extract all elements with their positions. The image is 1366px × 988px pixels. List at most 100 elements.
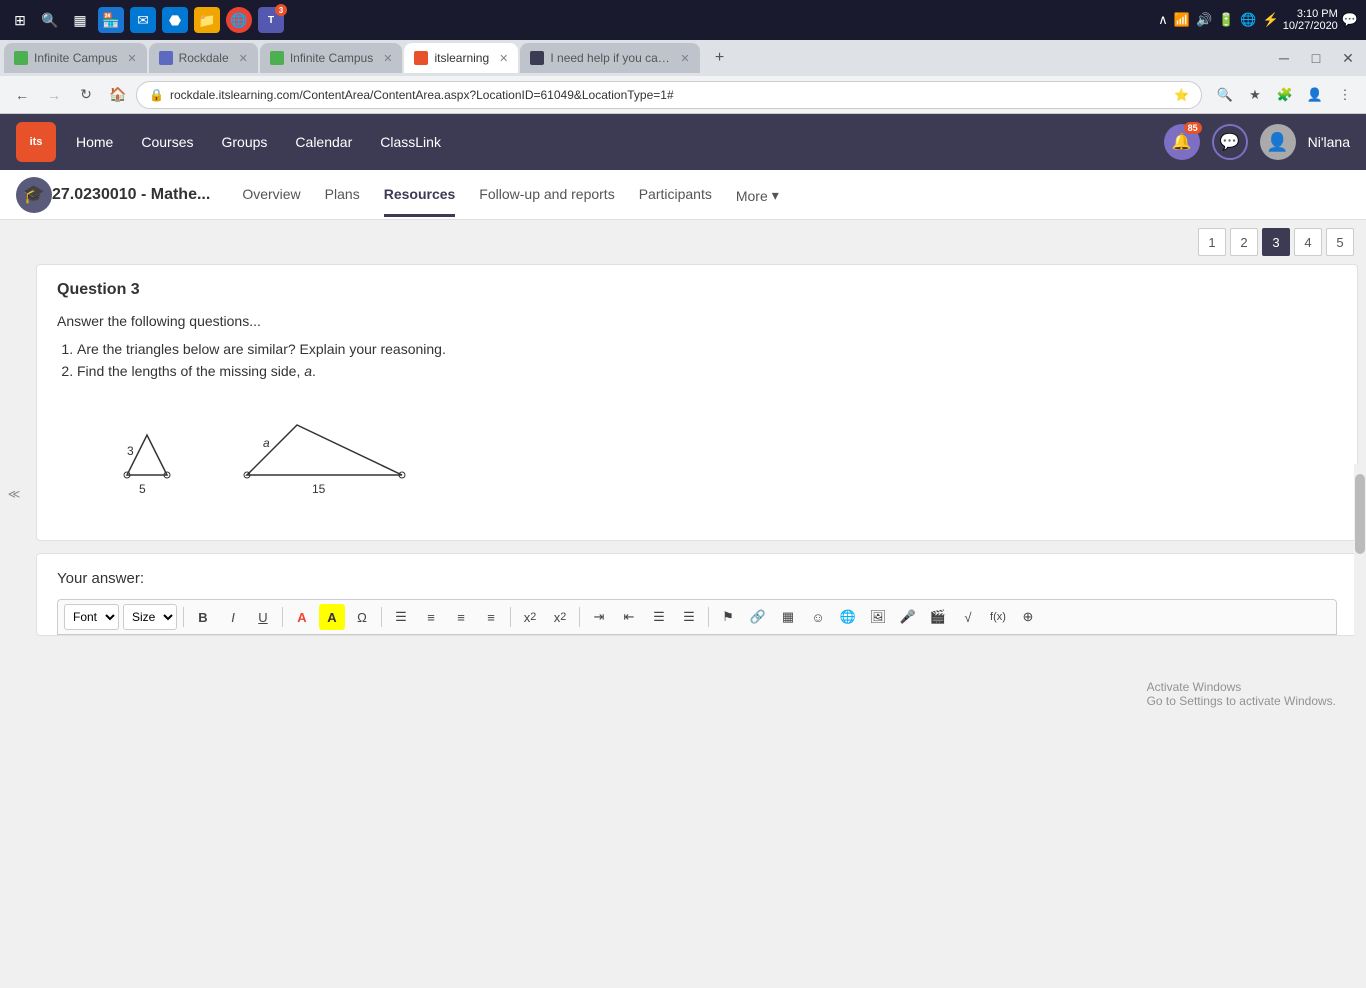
tab-bar: Infinite Campus ✕ Rockdale ✕ Infinite Ca… (0, 40, 1366, 76)
audio-btn[interactable]: 🎤 (895, 604, 921, 630)
extensions-btn[interactable]: 🧩 (1272, 82, 1298, 108)
minimize-btn[interactable]: ─ (1270, 44, 1298, 72)
content-area: 1 2 3 4 5 Question 3 Answer the followin… (28, 220, 1366, 768)
page-4-btn[interactable]: 4 (1294, 228, 1322, 256)
bookmark-btn[interactable]: ★ (1242, 82, 1268, 108)
files-icon[interactable]: 📁 (194, 7, 220, 33)
triangle-diagram: 3 5 a 15 (77, 395, 1337, 508)
ordered-list-btn[interactable]: ☰ (646, 604, 672, 630)
more-tools-btn[interactable]: ⊕ (1015, 604, 1041, 630)
tab-favicon (270, 51, 284, 65)
edge-icon[interactable]: ⬣ (162, 7, 188, 33)
page-1-btn[interactable]: 1 (1198, 228, 1226, 256)
align-justify-btn[interactable]: ≡ (478, 604, 504, 630)
address-bar[interactable]: 🔒 rockdale.itslearning.com/ContentArea/C… (136, 81, 1202, 109)
tab-resources[interactable]: Resources (384, 172, 456, 217)
question-title: Question 3 (57, 281, 1337, 299)
tab-rockdale[interactable]: Rockdale ✕ (149, 43, 258, 73)
tab-plans[interactable]: Plans (325, 172, 360, 217)
tab-label: Infinite Campus (34, 51, 117, 65)
home-btn[interactable]: 🏠 (104, 81, 132, 109)
back-btn[interactable]: ← (8, 81, 36, 109)
tab-close[interactable]: ✕ (239, 52, 248, 65)
profile-btn[interactable]: 👤 (1302, 82, 1328, 108)
nav-home[interactable]: Home (76, 130, 113, 154)
math-btn[interactable]: √ (955, 604, 981, 630)
start-icon[interactable]: ⊞ (8, 8, 32, 32)
teams-icon[interactable]: T3 (258, 7, 284, 33)
nav-calendar[interactable]: Calendar (295, 130, 352, 154)
mail-icon[interactable]: ✉ (130, 7, 156, 33)
formula-btn[interactable]: f(x) (985, 604, 1011, 630)
font-color-btn[interactable]: A (289, 604, 315, 630)
menu-btn[interactable]: ⋮ (1332, 82, 1358, 108)
username[interactable]: Ni'lana (1308, 134, 1350, 150)
image-btn[interactable]: 🖼 (865, 604, 891, 630)
tab-followup[interactable]: Follow-up and reports (479, 172, 614, 217)
tab-participants[interactable]: Participants (639, 172, 712, 217)
chrome-icon[interactable]: 🌐 (226, 7, 252, 33)
tab-close[interactable]: ✕ (127, 52, 136, 65)
nav-courses[interactable]: Courses (141, 130, 193, 154)
close-btn[interactable]: ✕ (1334, 44, 1362, 72)
nav-groups[interactable]: Groups (222, 130, 268, 154)
taskbar-left: ⊞ 🔍 ▦ 🏪 ✉ ⬣ 📁 🌐 T3 (8, 7, 284, 33)
unordered-list-btn[interactable]: ☰ (676, 604, 702, 630)
forward-btn[interactable]: → (40, 81, 68, 109)
tab-label: itslearning (434, 51, 489, 65)
size-select[interactable]: Size (123, 604, 177, 630)
video-btn[interactable]: 🎬 (925, 604, 951, 630)
link-btn[interactable]: 🔗 (745, 604, 771, 630)
table-btn[interactable]: ▦ (775, 604, 801, 630)
tab-overview[interactable]: Overview (242, 172, 300, 217)
tab-more[interactable]: More ▾ (736, 172, 779, 217)
align-right-btn[interactable]: ≡ (448, 604, 474, 630)
embed-btn[interactable]: 🌐 (835, 604, 861, 630)
indent-btn[interactable]: ⇥ (586, 604, 612, 630)
tab-close[interactable]: ✕ (383, 52, 392, 65)
sidebar-toggle[interactable]: ≪ (0, 220, 28, 768)
store-icon[interactable]: 🏪 (98, 7, 124, 33)
tab-itslearning[interactable]: itslearning ✕ (404, 43, 518, 73)
outdent-btn[interactable]: ⇤ (616, 604, 642, 630)
browser-action-buttons: 🔍 ★ 🧩 👤 ⋮ (1212, 82, 1358, 108)
new-tab-button[interactable]: + (706, 44, 734, 72)
search-icon[interactable]: 🔍 (38, 8, 62, 32)
bold-btn[interactable]: B (190, 604, 216, 630)
tab-infinite-campus-1[interactable]: Infinite Campus ✕ (4, 43, 147, 73)
page-5-btn[interactable]: 5 (1326, 228, 1354, 256)
tab-close[interactable]: ✕ (680, 52, 689, 65)
scrollbar-track[interactable] (1354, 464, 1366, 988)
question-intro: Answer the following questions... (57, 313, 1337, 329)
scrollbar-thumb[interactable] (1355, 474, 1365, 554)
its-logo[interactable]: its (16, 122, 56, 162)
tab-close[interactable]: ✕ (499, 52, 508, 65)
subscript-btn[interactable]: x2 (517, 604, 543, 630)
highlight-btn[interactable]: A (319, 604, 345, 630)
special-char-btn[interactable]: Ω (349, 604, 375, 630)
maximize-btn[interactable]: □ (1302, 44, 1330, 72)
task-view-icon[interactable]: ▦ (68, 8, 92, 32)
course-title: 27.0230010 - Mathe... (52, 186, 210, 204)
chat-button[interactable]: 💬 (1212, 124, 1248, 160)
search-browser-btn[interactable]: 🔍 (1212, 82, 1238, 108)
italic-btn[interactable]: I (220, 604, 246, 630)
font-select[interactable]: Font (64, 604, 119, 630)
page-3-btn[interactable]: 3 (1262, 228, 1290, 256)
align-center-btn[interactable]: ≡ (418, 604, 444, 630)
superscript-btn[interactable]: x2 (547, 604, 573, 630)
notification-icon[interactable]: 💬 (1342, 12, 1358, 28)
bell-button[interactable]: 🔔 85 (1164, 124, 1200, 160)
tab-help[interactable]: I need help if you can help me ✕ (520, 43, 699, 73)
avatar[interactable]: 👤 (1260, 124, 1296, 160)
flag-btn[interactable]: ⚑ (715, 604, 741, 630)
underline-btn[interactable]: U (250, 604, 276, 630)
tab-infinite-campus-2[interactable]: Infinite Campus ✕ (260, 43, 403, 73)
tab-favicon (414, 51, 428, 65)
question-card: Question 3 Answer the following question… (36, 264, 1358, 541)
align-left-btn[interactable]: ☰ (388, 604, 414, 630)
refresh-btn[interactable]: ↻ (72, 81, 100, 109)
nav-classlink[interactable]: ClassLink (380, 130, 441, 154)
emoji-btn[interactable]: ☺ (805, 604, 831, 630)
page-2-btn[interactable]: 2 (1230, 228, 1258, 256)
